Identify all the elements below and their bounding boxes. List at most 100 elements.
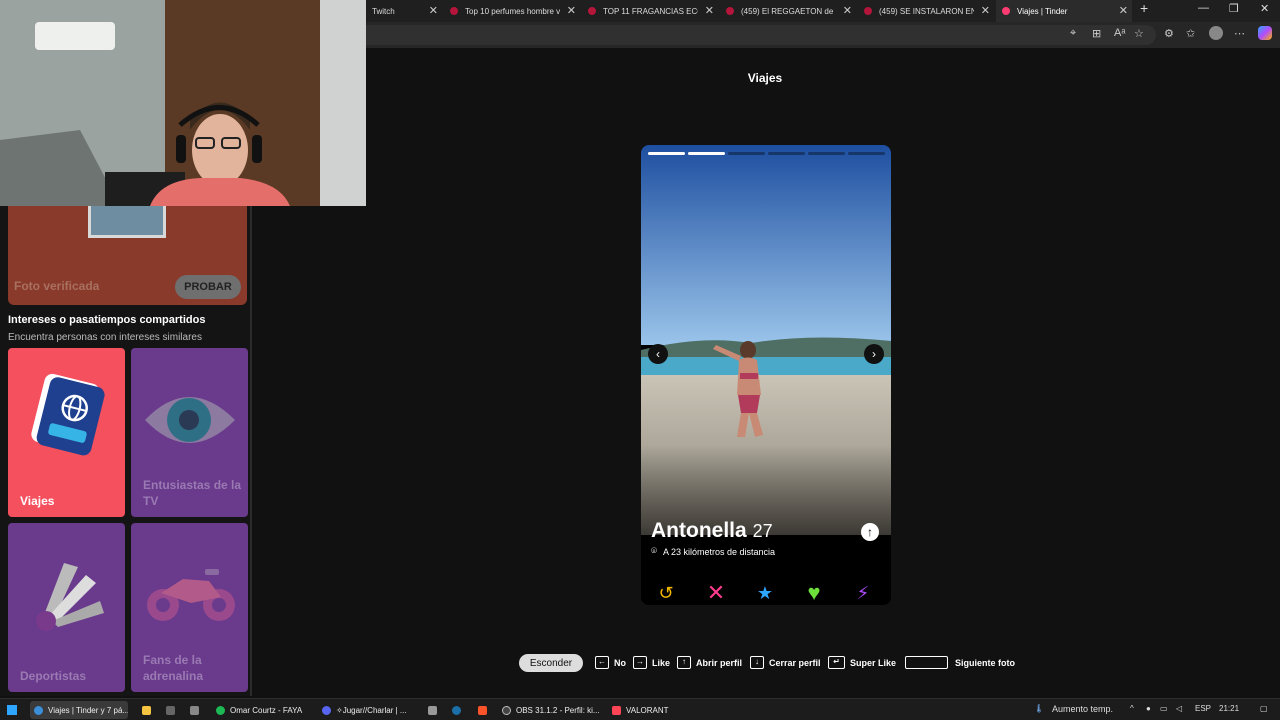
nope-icon: ✕ xyxy=(706,580,726,605)
close-tab-icon[interactable]: ✕ xyxy=(705,4,714,17)
category-card-tv[interactable]: Entusiastas de la TV xyxy=(131,348,248,517)
favorites-icon[interactable]: ✩ xyxy=(1186,27,1195,40)
photo-progress-segment xyxy=(648,152,685,155)
interests-subheading: Encuentra personas con intereses similar… xyxy=(8,332,202,343)
taskbar-item-browser[interactable]: Viajes | Tinder y 7 pá... xyxy=(30,701,128,719)
discord-icon xyxy=(322,705,331,715)
extensions-icon[interactable]: ⚙ xyxy=(1164,27,1174,40)
valorant-icon xyxy=(612,705,621,715)
new-tab-button[interactable]: + xyxy=(1140,0,1148,16)
nope-button[interactable]: ✕ xyxy=(696,579,736,607)
location-icon[interactable]: ⌖ xyxy=(1070,27,1076,40)
steam-icon[interactable] xyxy=(448,701,466,719)
close-tab-icon[interactable]: ✕ xyxy=(843,4,852,17)
read-aloud-icon[interactable]: Aᵃ xyxy=(1114,27,1125,39)
like-button[interactable]: ♥ xyxy=(794,579,834,607)
shortcut-next-photo: Siguiente foto xyxy=(905,656,1015,669)
start-icon[interactable] xyxy=(3,701,17,719)
up-arrow-key-icon: ↑ xyxy=(677,656,691,669)
browser-tab[interactable]: (459) El REGGAETON de la ✕ xyxy=(720,0,856,22)
shortcut-label: Siguiente foto xyxy=(955,657,1015,668)
taskbar-item-obs[interactable]: OBS 31.1.2 - Perfil: ki... xyxy=(498,701,602,719)
brave-icon[interactable] xyxy=(474,701,492,719)
favorite-star-icon[interactable]: ☆ xyxy=(1134,27,1144,40)
browser-tab[interactable]: TOP 11 FRAGANCIAS ECON ✕ xyxy=(582,0,718,22)
browser-tab[interactable]: Top 10 perfumes hombre v ✕ xyxy=(444,0,580,22)
tab-label: Viajes | Tinder xyxy=(1017,6,1068,16)
shortcut-like: → Like xyxy=(633,656,670,669)
rewind-button[interactable]: ↺ xyxy=(646,579,686,607)
minimize-button[interactable]: — xyxy=(1198,2,1209,14)
taskbar-item-valorant[interactable]: VALORANT xyxy=(608,701,708,719)
spacebar-key-icon xyxy=(905,656,948,669)
profile-name-row: Antonella 27 xyxy=(651,519,773,543)
verified-photo-icon xyxy=(88,206,166,238)
volume-icon[interactable]: ◁ xyxy=(1176,704,1182,713)
close-tab-icon[interactable]: ✕ xyxy=(1119,4,1128,17)
more-icon[interactable]: ⋯ xyxy=(1234,27,1245,40)
close-tab-icon[interactable]: ✕ xyxy=(981,4,990,17)
microphone-icon[interactable]: ● xyxy=(1146,704,1151,713)
window-close-button[interactable]: ✕ xyxy=(1260,2,1269,15)
interests-heading: Intereses o pasatiempos compartidos xyxy=(8,314,206,326)
open-profile-icon[interactable]: ↑ xyxy=(861,523,879,541)
photo-progress-segment xyxy=(728,152,765,155)
clock[interactable]: 21:21 xyxy=(1219,704,1239,713)
browser-tab[interactable]: (459) SE INSTALARON EN N ✕ xyxy=(858,0,994,22)
browser-tab[interactable]: Twitch ✕ xyxy=(366,0,442,22)
spotify-icon xyxy=(216,705,225,715)
translate-icon[interactable]: ⊞ xyxy=(1092,27,1101,40)
terminal-icon[interactable] xyxy=(186,701,204,719)
close-tab-icon[interactable]: ✕ xyxy=(429,4,438,17)
photo-progress-segment xyxy=(808,152,845,155)
webcam-overlay xyxy=(0,0,366,206)
taskbar-item-label: Viajes | Tinder y 7 pá... xyxy=(48,705,128,715)
youtube-favicon-icon xyxy=(450,7,458,15)
youtube-favicon-icon xyxy=(864,7,872,15)
webcam-image xyxy=(0,0,366,206)
tab-label: (459) El REGGAETON de la xyxy=(741,6,836,16)
category-label: Entusiastas de la TV xyxy=(143,478,242,508)
profile-icon[interactable] xyxy=(1209,26,1223,40)
down-arrow-key-icon: ↓ xyxy=(750,656,764,669)
hide-shortcuts-button[interactable]: Esconder xyxy=(519,654,583,672)
taskbar-item-discord[interactable]: ✧Jugar//Charlar | ... xyxy=(318,701,416,719)
shortcut-close-profile: ↓ Cerrar perfil xyxy=(750,656,821,669)
verified-photo-card[interactable]: Foto verificada PROBAR xyxy=(8,206,247,305)
profile-distance: A 23 kilómetros de distancia xyxy=(663,546,776,557)
close-tab-icon[interactable]: ✕ xyxy=(567,4,576,17)
shortcut-label: Like xyxy=(652,657,671,668)
profile-card[interactable]: ‹ › Antonella 27 ↑ ⌾ A 23 kilómetros de … xyxy=(641,145,891,605)
notifications-icon[interactable]: ▢ xyxy=(1260,704,1268,713)
shortcut-label: No xyxy=(614,657,626,668)
weather-text[interactable]: Aumento temp. xyxy=(1052,704,1113,714)
windows-taskbar: Viajes | Tinder y 7 pá... Omar Courtz - … xyxy=(0,698,1280,720)
previous-photo-button[interactable]: ‹ xyxy=(648,344,668,364)
url-input[interactable] xyxy=(366,25,1156,45)
taskbar-item-spotify[interactable]: Omar Courtz - FAYA xyxy=(212,701,310,719)
boost-button[interactable]: ⚡ xyxy=(843,579,883,607)
taskbar-item-label: OBS 31.1.2 - Perfil: ki... xyxy=(516,705,600,715)
shortcut-label: Abrir perfil xyxy=(696,657,743,668)
next-photo-button[interactable]: › xyxy=(864,344,884,364)
file-explorer-icon[interactable] xyxy=(138,701,156,719)
calendar-icon[interactable] xyxy=(162,701,180,719)
epic-games-icon[interactable] xyxy=(424,701,442,719)
obs-icon xyxy=(502,705,511,715)
shortcut-super-like: ↵ Super Like xyxy=(828,656,896,669)
copilot-icon[interactable] xyxy=(1258,26,1272,40)
profile-name: Antonella xyxy=(651,519,747,542)
tab-label: (459) SE INSTALARON EN N xyxy=(879,6,974,16)
restore-button[interactable]: ❐ xyxy=(1229,2,1239,15)
super-like-button[interactable]: ★ xyxy=(745,579,785,607)
language-indicator[interactable]: ESP xyxy=(1195,704,1211,713)
category-card-viajes[interactable]: Viajes xyxy=(8,348,125,517)
youtube-favicon-icon xyxy=(588,7,596,15)
try-button[interactable]: PROBAR xyxy=(175,275,241,299)
chevron-up-icon[interactable]: ^ xyxy=(1130,704,1134,713)
shortcut-open-profile: ↑ Abrir perfil xyxy=(677,656,742,669)
network-icon[interactable]: ▭ xyxy=(1160,704,1168,713)
browser-tab-active[interactable]: Viajes | Tinder ✕ xyxy=(996,0,1132,22)
location-pin-icon: ⌾ xyxy=(651,546,657,557)
tab-label: TOP 11 FRAGANCIAS ECON xyxy=(603,6,698,16)
